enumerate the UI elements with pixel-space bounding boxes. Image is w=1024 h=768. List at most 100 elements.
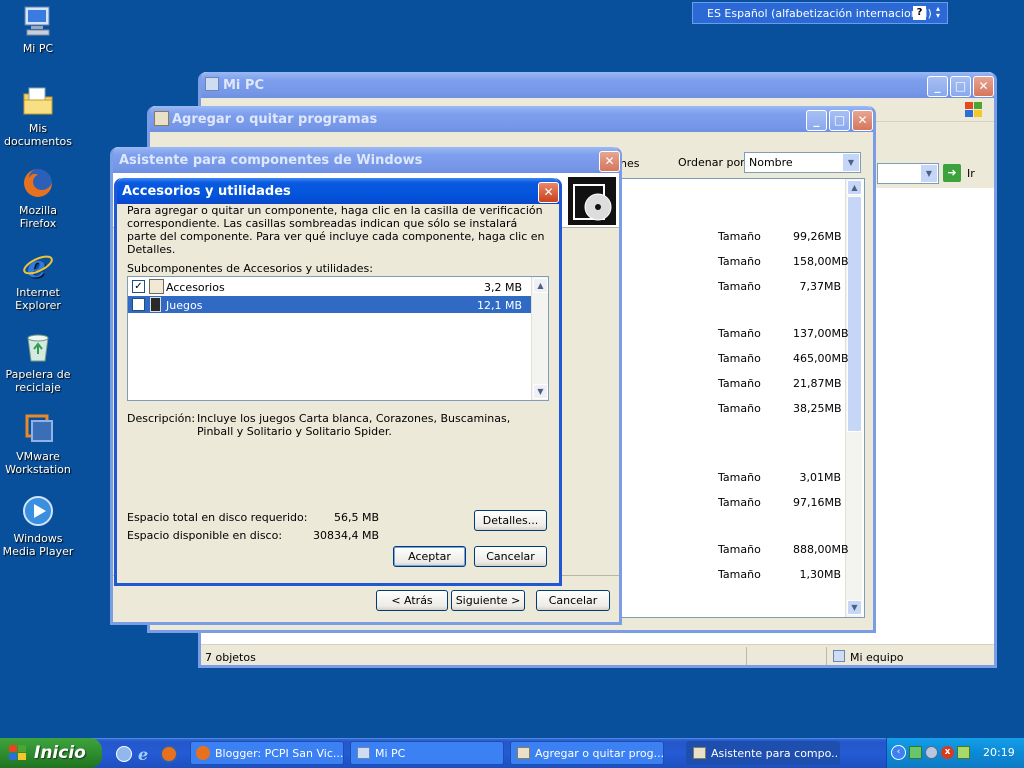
task-mypc[interactable]: Mi PC	[350, 741, 504, 765]
media-player-icon	[21, 494, 55, 528]
clock[interactable]: 20:19	[983, 746, 1015, 759]
wizard-titlebar[interactable]: Asistente para componentes de Windows ✕	[113, 147, 620, 173]
start-button[interactable]: Inicio	[0, 738, 102, 768]
options-icon[interactable]: ▴ ▾	[936, 5, 940, 20]
quicklaunch-firefox-icon[interactable]	[160, 745, 178, 763]
size-label: Tamaño	[718, 352, 761, 365]
mypc-titlebar[interactable]: Mi PC _ □ ✕	[201, 72, 994, 98]
sort-select[interactable]: Nombre ▼	[744, 152, 861, 173]
close-button[interactable]: ✕	[852, 110, 873, 131]
quicklaunch-ie-icon[interactable]: e	[138, 745, 156, 764]
help-icon[interactable]: ?	[913, 6, 926, 20]
list-item[interactable]: Tamaño 97,16MB	[718, 496, 842, 509]
network-icon[interactable]	[925, 746, 938, 759]
required-space-value: 56,5 MB	[333, 511, 379, 524]
security-alert-icon[interactable]: x	[941, 746, 954, 759]
available-space-value: 30834,4 MB	[312, 529, 379, 542]
status-right: Mi equipo	[850, 651, 904, 664]
computer-icon	[21, 4, 55, 38]
next-button[interactable]: Siguiente >	[451, 590, 525, 611]
task-addremove[interactable]: Agregar o quitar prog...	[510, 741, 664, 765]
task-label: Mi PC	[375, 747, 406, 760]
task-label: Agregar o quitar prog...	[535, 747, 664, 760]
dialog-cancel-button[interactable]: Cancelar	[474, 546, 547, 567]
close-button[interactable]: ✕	[973, 76, 994, 97]
list-item-juegos[interactable]: Juegos 12,1 MB	[128, 296, 531, 313]
volume-icon[interactable]	[957, 746, 970, 759]
quicklaunch-ie-settings-icon[interactable]	[116, 746, 132, 762]
desktop-icon-mipc[interactable]: Mi PC	[0, 4, 76, 55]
list-item[interactable]: Tamaño 1,30MB	[718, 568, 841, 581]
item-name: Juegos	[166, 299, 203, 312]
network-icon[interactable]	[909, 746, 922, 759]
wizard-cancel-button[interactable]: Cancelar	[536, 590, 610, 611]
tray-expand-icon[interactable]: ‹	[891, 745, 906, 760]
wizard-icon	[693, 747, 706, 759]
maximize-button[interactable]: □	[829, 110, 850, 131]
desktop-icon-papelera[interactable]: Papelera de reciclaje	[0, 330, 76, 394]
scroll-thumb[interactable]	[847, 196, 862, 432]
start-label: Inicio	[34, 743, 86, 763]
list-item[interactable]: Tamaño 465,00MB	[718, 352, 849, 365]
back-button[interactable]: < Atrás	[376, 590, 448, 611]
desktop-icon-vmware[interactable]: VMware Workstation	[0, 412, 76, 476]
maximize-button[interactable]: □	[950, 76, 971, 97]
addremove-titlebar[interactable]: Agregar o quitar programas _ □ ✕	[150, 106, 873, 132]
close-button[interactable]: ✕	[599, 151, 620, 172]
list-item[interactable]: Tamaño 888,00MB	[718, 543, 849, 556]
available-space-label: Espacio disponible en disco:	[127, 529, 283, 542]
go-button[interactable]: Ir	[967, 167, 975, 180]
task-label: Asistente para compo...	[711, 747, 840, 760]
desktop-icon-label: VMware Workstation	[5, 450, 71, 476]
item-size: 3,2 MB	[483, 281, 522, 294]
status-bar: 7 objetos Mi equipo	[201, 644, 994, 668]
minimize-button[interactable]: _	[806, 110, 827, 131]
minimize-button[interactable]: _	[927, 76, 948, 97]
list-scrollbar[interactable]: ▲ ▼	[531, 277, 548, 400]
computer-icon	[833, 650, 845, 662]
required-space-label: Espacio total en disco requerido:	[127, 511, 308, 524]
scroll-down-icon[interactable]: ▼	[847, 600, 862, 615]
desktop-icon-misdocumentos[interactable]: Mis documentos	[0, 84, 76, 148]
list-item[interactable]: Tamaño 21,87MB	[718, 377, 842, 390]
chevron-down-icon[interactable]: ▼	[843, 154, 859, 171]
internet-explorer-icon: e	[21, 248, 55, 285]
address-field[interactable]: ▼	[877, 163, 939, 184]
accessories-dialog: Accesorios y utilidades ✕ Para agregar o…	[114, 178, 562, 586]
size-value: 99,26MB	[793, 230, 842, 243]
task-blogger[interactable]: Blogger: PCPI San Vic...	[190, 741, 344, 765]
list-item[interactable]: Tamaño 158,00MB	[718, 255, 849, 268]
svg-text:e: e	[27, 250, 46, 282]
dialog-titlebar[interactable]: Accesorios y utilidades ✕	[117, 178, 559, 204]
language-bar[interactable]: ES Español (alfabetización internacional…	[692, 2, 948, 24]
close-button[interactable]: ✕	[538, 182, 559, 203]
dialog-intro: Para agregar o quitar un componente, hag…	[127, 204, 545, 256]
task-wizard[interactable]: Asistente para compo...	[686, 741, 840, 765]
go-arrow-icon[interactable]: ➜	[943, 164, 961, 182]
list-item[interactable]: Tamaño 99,26MB	[718, 230, 842, 243]
list-item-accesorios[interactable]: ✓ Accesorios 3,2 MB	[128, 278, 531, 295]
details-button[interactable]: Detalles...	[474, 510, 547, 531]
checkbox-accesorios[interactable]: ✓	[132, 280, 145, 293]
ok-button[interactable]: Aceptar	[393, 546, 466, 567]
list-item[interactable]: Tamaño 137,00MB	[718, 327, 849, 340]
size-value: 38,25MB	[793, 402, 842, 415]
scroll-up-icon[interactable]: ▲	[847, 180, 862, 195]
list-item[interactable]: Tamaño 38,25MB	[718, 402, 842, 415]
description-label: Descripción:	[127, 412, 196, 425]
cd-box-icon	[568, 177, 616, 225]
desktop-icon-firefox[interactable]: Mozilla Firefox	[0, 166, 76, 230]
item-size: 12,1 MB	[476, 299, 522, 312]
checkbox-juegos[interactable]	[132, 298, 145, 311]
list-item[interactable]: Tamaño 3,01MB	[718, 471, 841, 484]
size-label: Tamaño	[718, 471, 761, 484]
firefox-icon	[196, 746, 210, 760]
desktop-icon-ie[interactable]: e Internet Explorer	[0, 248, 76, 312]
scroll-up-icon[interactable]: ▲	[533, 278, 548, 293]
task-label: Blogger: PCPI San Vic...	[215, 747, 344, 760]
desktop-icon-wmp[interactable]: Windows Media Player	[0, 494, 76, 558]
size-value: 137,00MB	[793, 327, 849, 340]
chevron-down-icon[interactable]: ▼	[921, 165, 937, 182]
list-item[interactable]: Tamaño 7,37MB	[718, 280, 841, 293]
scroll-down-icon[interactable]: ▼	[533, 384, 548, 399]
